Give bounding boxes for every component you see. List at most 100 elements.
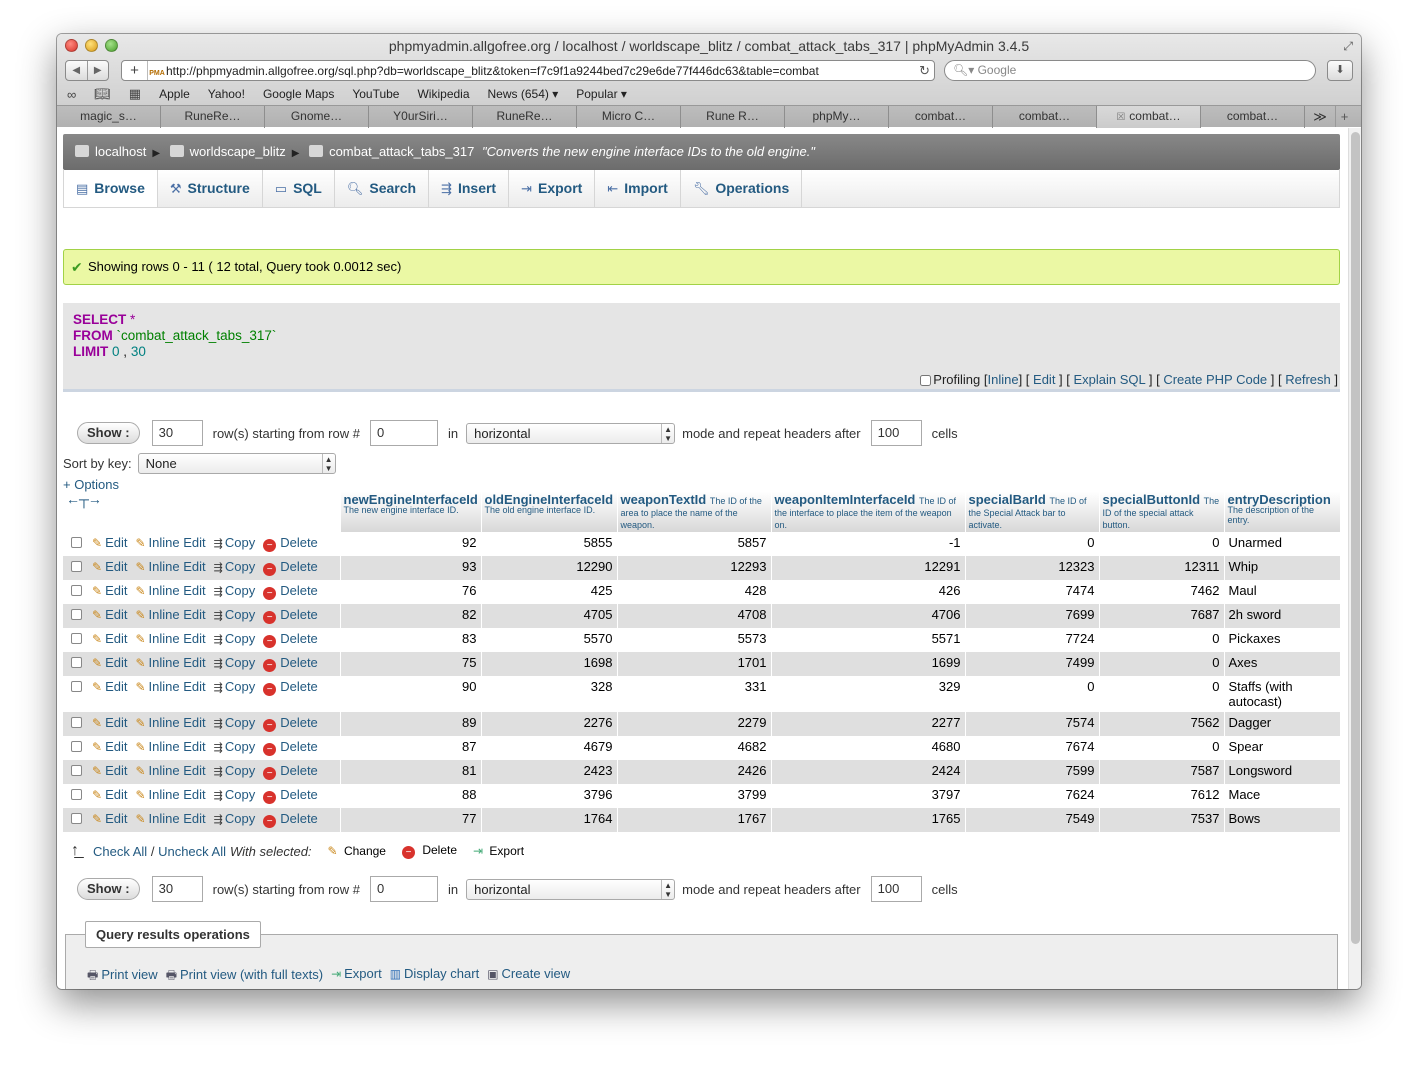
table-cell[interactable]: 12323 xyxy=(965,556,1100,580)
search-field[interactable]: 🔍︎▾ Google xyxy=(944,60,1316,81)
vertical-scrollbar[interactable] xyxy=(1348,128,1361,989)
column-name[interactable]: specialButtonId xyxy=(1103,492,1201,507)
delete-row-button[interactable]: − Delete xyxy=(263,715,318,732)
browser-tab[interactable]: Gnome… xyxy=(265,106,369,128)
table-cell[interactable]: 12290 xyxy=(481,556,618,580)
table-cell[interactable]: 425 xyxy=(481,580,618,604)
table-cell[interactable]: 2277 xyxy=(771,712,966,736)
column-name[interactable]: entryDescription xyxy=(1228,493,1337,506)
start-row-input[interactable]: 0 xyxy=(369,420,438,446)
create-php-code-link[interactable]: Create PHP Code xyxy=(1163,372,1267,387)
table-cell[interactable]: Maul xyxy=(1224,580,1341,604)
row-checkbox[interactable] xyxy=(71,585,82,596)
inline-edit-row-button[interactable]: ✎ Inline Edit xyxy=(135,739,205,754)
rows-count-input[interactable]: 30 xyxy=(151,420,203,446)
bookmark-item[interactable]: Wikipedia xyxy=(417,87,469,101)
tab-browse[interactable]: ▤ Browse xyxy=(64,170,158,207)
table-cell[interactable]: 7612 xyxy=(1099,784,1225,808)
delete-row-button[interactable]: − Delete xyxy=(263,535,318,552)
copy-row-button[interactable]: ⇶ Copy xyxy=(214,583,256,598)
table-cell[interactable]: 1698 xyxy=(481,652,618,676)
table-cell[interactable]: 4705 xyxy=(481,604,618,628)
sort-key-select[interactable]: None ▲ ▼ xyxy=(137,453,336,474)
row-checkbox[interactable] xyxy=(71,741,82,752)
change-selected-button[interactable]: ✎ Change xyxy=(328,844,386,858)
row-checkbox[interactable] xyxy=(71,717,82,728)
repeat-headers-input[interactable]: 100 xyxy=(870,420,922,446)
bookmark-item[interactable]: Apple xyxy=(159,87,190,101)
edit-row-button[interactable]: ✎ Edit xyxy=(92,535,127,550)
table-cell[interactable]: 75 xyxy=(340,652,482,676)
url-text[interactable]: http://phpmyadmin.allgofree.org/sql.php?… xyxy=(166,64,819,78)
copy-row-button[interactable]: ⇶ Copy xyxy=(214,787,256,802)
table-cell[interactable]: 1765 xyxy=(771,808,966,832)
edit-row-button[interactable]: ✎ Edit xyxy=(92,583,127,598)
delete-row-button[interactable]: − Delete xyxy=(263,655,318,672)
table-cell[interactable]: 87 xyxy=(340,736,482,760)
tab-overflow-icon[interactable]: ≫ xyxy=(1305,106,1335,127)
table-cell[interactable]: 93 xyxy=(340,556,482,580)
delete-row-button[interactable]: − Delete xyxy=(263,583,318,600)
options-toggle[interactable]: + Options xyxy=(63,477,119,492)
table-cell[interactable]: 89 xyxy=(340,712,482,736)
row-checkbox[interactable] xyxy=(71,609,82,620)
browser-tab[interactable]: Rune R… xyxy=(681,106,785,128)
column-name[interactable]: weaponTextId xyxy=(621,492,707,507)
edit-row-button[interactable]: ✎ Edit xyxy=(92,811,127,826)
tab-export[interactable]: ⇥ Export xyxy=(509,170,596,207)
table-cell[interactable]: Unarmed xyxy=(1224,532,1341,556)
print-view-full-label[interactable]: Print view (with full texts) xyxy=(180,967,323,982)
table-cell[interactable]: 4706 xyxy=(771,604,966,628)
export-selected-button[interactable]: ⇥ Export xyxy=(473,844,524,858)
inline-edit-row-button[interactable]: ✎ Inline Edit xyxy=(135,559,205,574)
breadcrumb-server[interactable]: localhost xyxy=(95,144,146,159)
table-cell[interactable]: 1699 xyxy=(771,652,966,676)
repeat-headers-input[interactable]: 100 xyxy=(870,876,922,902)
table-cell[interactable]: 331 xyxy=(617,676,772,712)
bookmark-item[interactable]: News (654) ▾ xyxy=(488,87,559,101)
column-arrows-control[interactable]: ←┬→ xyxy=(63,492,341,532)
table-cell[interactable]: 7674 xyxy=(965,736,1100,760)
column-name[interactable]: specialBarId xyxy=(969,492,1046,507)
browser-tab[interactable]: phpMy… xyxy=(785,106,889,128)
table-cell[interactable]: Dagger xyxy=(1224,712,1341,736)
column-name[interactable]: weaponItemInterfaceId xyxy=(775,492,916,507)
inline-edit-row-button[interactable]: ✎ Inline Edit xyxy=(135,715,205,730)
table-cell[interactable]: 5571 xyxy=(771,628,966,652)
table-cell[interactable]: 77 xyxy=(340,808,482,832)
reload-icon[interactable]: ↻ xyxy=(919,61,930,80)
create-view-link[interactable]: ▣ Create view xyxy=(487,966,570,987)
table-cell[interactable]: Axes xyxy=(1224,652,1341,676)
table-cell[interactable]: 2276 xyxy=(481,712,618,736)
table-cell[interactable]: 1764 xyxy=(481,808,618,832)
row-checkbox[interactable] xyxy=(71,633,82,644)
bookmark-item[interactable]: Popular ▾ xyxy=(576,87,627,101)
table-cell[interactable]: 7562 xyxy=(1099,712,1225,736)
inline-edit-row-button[interactable]: ✎ Inline Edit xyxy=(135,583,205,598)
delete-row-button[interactable]: − Delete xyxy=(263,679,318,696)
uncheck-all-link[interactable]: Uncheck All xyxy=(158,844,226,859)
table-cell[interactable]: 0 xyxy=(1099,676,1225,712)
row-checkbox[interactable] xyxy=(71,537,82,548)
copy-row-button[interactable]: ⇶ Copy xyxy=(214,607,256,622)
copy-row-button[interactable]: ⇶ Copy xyxy=(214,679,256,694)
delete-row-button[interactable]: − Delete xyxy=(263,607,318,624)
table-cell[interactable]: 4680 xyxy=(771,736,966,760)
table-cell[interactable]: 2424 xyxy=(771,760,966,784)
inline-edit-link[interactable]: Inline xyxy=(988,372,1019,387)
table-cell[interactable]: 2423 xyxy=(481,760,618,784)
table-cell[interactable]: 0 xyxy=(1099,532,1225,556)
table-cell[interactable]: 0 xyxy=(965,676,1100,712)
table-cell[interactable]: 5855 xyxy=(481,532,618,556)
edit-row-button[interactable]: ✎ Edit xyxy=(92,607,127,622)
browser-tab[interactable]: RuneRe… xyxy=(161,106,265,128)
edit-row-button[interactable]: ✎ Edit xyxy=(92,763,127,778)
column-name[interactable]: oldEngineInterfaceId xyxy=(485,493,614,506)
table-cell[interactable]: 5570 xyxy=(481,628,618,652)
profiling-checkbox[interactable] xyxy=(920,375,932,386)
copy-row-button[interactable]: ⇶ Copy xyxy=(214,559,256,574)
show-button[interactable]: Show : xyxy=(77,422,140,444)
table-cell[interactable]: 2h sword xyxy=(1224,604,1341,628)
display-mode-select[interactable]: horizontal ▲ ▼ xyxy=(466,422,676,444)
table-cell[interactable]: 0 xyxy=(965,532,1100,556)
